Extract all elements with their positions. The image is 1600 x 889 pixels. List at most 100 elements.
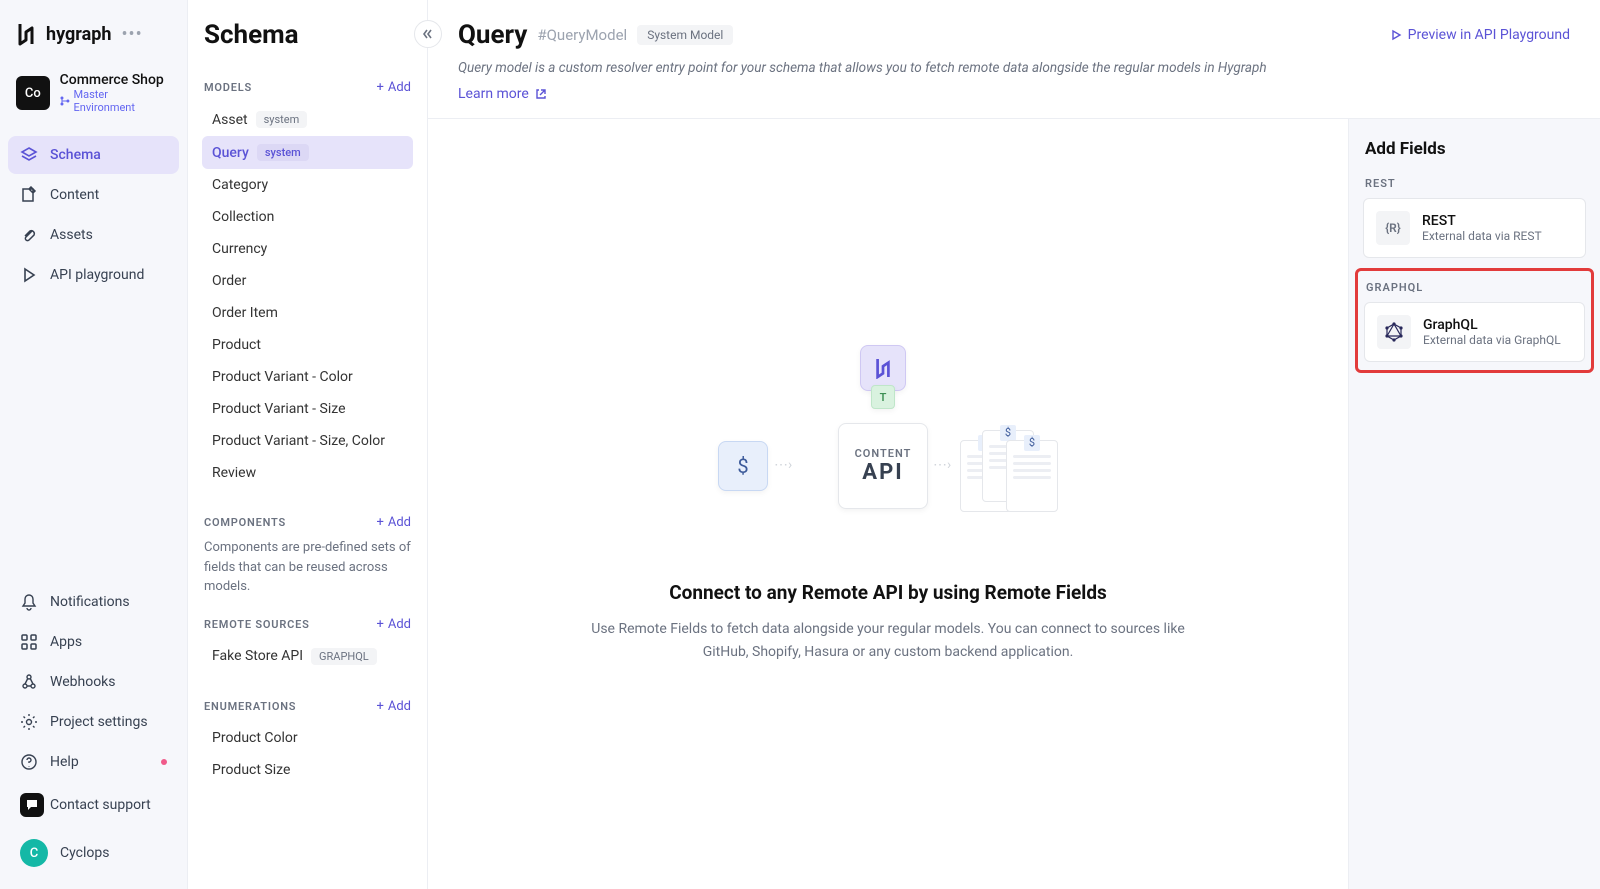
remote-fields-diagram: T $ ⋯› CONTENT API ⋯› — [718, 345, 1058, 545]
nav-contact-support[interactable]: Contact support — [8, 783, 179, 827]
chat-icon — [20, 793, 44, 817]
graphql-tag: GRAPHQL — [311, 648, 377, 665]
edit-icon — [20, 186, 38, 204]
graphql-icon — [1377, 315, 1411, 349]
nav-content[interactable]: Content — [8, 176, 179, 214]
nav-schema[interactable]: Schema — [8, 136, 179, 174]
main-header: Query #QueryModel System Model Preview i… — [428, 0, 1600, 119]
left-rail: hygraph ••• Co Commerce Shop Master Envi… — [0, 0, 188, 889]
model-item[interactable]: Querysystem — [202, 136, 413, 169]
remote-list: Fake Store API GRAPHQL — [202, 640, 413, 673]
graphql-field-card[interactable]: GraphQL External data via GraphQL — [1364, 302, 1585, 362]
plus-icon: + — [376, 699, 383, 714]
add-enum-button[interactable]: +Add — [376, 699, 411, 714]
model-api-id: #QueryModel — [537, 26, 627, 44]
model-item[interactable]: Product Variant - Color — [202, 361, 413, 393]
play-outline-icon — [1390, 29, 1402, 41]
rest-category-header: REST — [1363, 177, 1586, 198]
nav-webhooks[interactable]: Webhooks — [8, 663, 179, 701]
schema-title: Schema — [202, 20, 413, 50]
brand-row: hygraph ••• — [8, 12, 179, 64]
attachment-icon — [20, 226, 38, 244]
diagram-t-icon: T — [871, 385, 895, 409]
plus-icon: + — [376, 515, 383, 530]
system-model-tag: System Model — [637, 25, 733, 45]
project-badge: Co — [16, 76, 50, 110]
add-component-button[interactable]: +Add — [376, 515, 411, 530]
plus-icon: + — [376, 617, 383, 632]
arrow-icon: ⋯› — [933, 457, 951, 473]
model-item[interactable]: Product — [202, 329, 413, 361]
main-nav: Schema Content Assets API playground — [8, 136, 179, 294]
model-item[interactable]: Product Variant - Size, Color — [202, 425, 413, 457]
model-item[interactable]: Category — [202, 169, 413, 201]
graphql-category-header: GRAPHQL — [1364, 277, 1585, 302]
branch-icon — [60, 96, 70, 106]
grid-icon — [20, 633, 38, 651]
bottom-nav: Notifications Apps Webhooks Project sett… — [8, 583, 179, 877]
model-item[interactable]: Review — [202, 457, 413, 489]
nav-user[interactable]: C Cyclops — [8, 829, 179, 877]
enum-header: ENUMERATIONS — [204, 700, 296, 713]
gear-icon — [20, 713, 38, 731]
rest-icon: {R} — [1376, 211, 1410, 245]
enum-item[interactable]: Product Size — [202, 754, 413, 786]
diagram-api-box: CONTENT API — [838, 423, 928, 509]
models-header: MODELS — [204, 81, 252, 94]
model-item[interactable]: Currency — [202, 233, 413, 265]
model-subtitle: Query model is a custom resolver entry p… — [458, 60, 1570, 76]
chevron-left-icon — [422, 28, 434, 40]
system-tag: system — [257, 144, 309, 161]
system-tag: system — [256, 111, 308, 128]
bell-icon — [20, 593, 38, 611]
nav-assets[interactable]: Assets — [8, 216, 179, 254]
model-item[interactable]: Order Item — [202, 297, 413, 329]
preview-playground-link[interactable]: Preview in API Playground — [1390, 27, 1570, 43]
main-panel: Query #QueryModel System Model Preview i… — [428, 0, 1600, 889]
model-item[interactable]: Assetsystem — [202, 103, 413, 136]
enum-item[interactable]: Product Color — [202, 722, 413, 754]
collapse-panel-button[interactable] — [414, 20, 442, 48]
nav-settings[interactable]: Project settings — [8, 703, 179, 741]
nav-apps[interactable]: Apps — [8, 623, 179, 661]
layers-icon — [20, 146, 38, 164]
nav-notifications[interactable]: Notifications — [8, 583, 179, 621]
components-header: COMPONENTS — [204, 516, 286, 529]
play-icon — [20, 266, 38, 284]
empty-title: Connect to any Remote API by using Remot… — [669, 581, 1107, 604]
remote-source-item[interactable]: Fake Store API GRAPHQL — [202, 640, 413, 673]
rest-field-card[interactable]: {R} REST External data via REST — [1363, 198, 1586, 258]
models-list: AssetsystemQuerysystemCategoryCollection… — [202, 103, 413, 489]
project-env: Master Environment — [60, 88, 171, 114]
empty-desc: Use Remote Fields to fetch data alongsid… — [568, 618, 1208, 663]
enum-list: Product ColorProduct Size — [202, 722, 413, 786]
empty-state: T $ ⋯› CONTENT API ⋯› Connect to any Rem… — [428, 119, 1348, 889]
help-icon — [20, 753, 38, 771]
remote-header: REMOTE SOURCES — [204, 618, 310, 631]
nav-api-playground[interactable]: API playground — [8, 256, 179, 294]
brand-name: hygraph — [46, 24, 111, 45]
diagram-page-stack — [960, 430, 1058, 508]
model-item[interactable]: Order — [202, 265, 413, 297]
schema-panel: Schema MODELS +Add AssetsystemQuerysyste… — [188, 0, 428, 889]
model-item[interactable]: Product Variant - Size — [202, 393, 413, 425]
project-switcher[interactable]: Co Commerce Shop Master Environment — [8, 64, 179, 118]
help-notification-dot — [161, 759, 167, 765]
add-remote-button[interactable]: +Add — [376, 617, 411, 632]
nav-help[interactable]: Help — [8, 743, 179, 781]
add-fields-title: Add Fields — [1363, 139, 1586, 159]
external-link-icon — [535, 88, 547, 100]
plus-icon: + — [376, 80, 383, 95]
add-fields-panel: Add Fields REST {R} REST External data v… — [1348, 119, 1600, 889]
model-title: Query — [458, 20, 527, 50]
webhook-icon — [20, 673, 38, 691]
graphql-highlight: GRAPHQL GraphQL External data via GraphQ… — [1355, 268, 1594, 373]
learn-more-link[interactable]: Learn more — [458, 86, 547, 102]
components-desc: Components are pre-defined sets of field… — [202, 538, 413, 597]
diagram-source-icon: $ — [718, 441, 768, 491]
add-model-button[interactable]: +Add — [376, 80, 411, 95]
model-item[interactable]: Collection — [202, 201, 413, 233]
arrow-icon: ⋯› — [774, 457, 792, 473]
brand-menu-icon[interactable]: ••• — [121, 24, 142, 45]
hygraph-logo-icon — [16, 22, 36, 46]
